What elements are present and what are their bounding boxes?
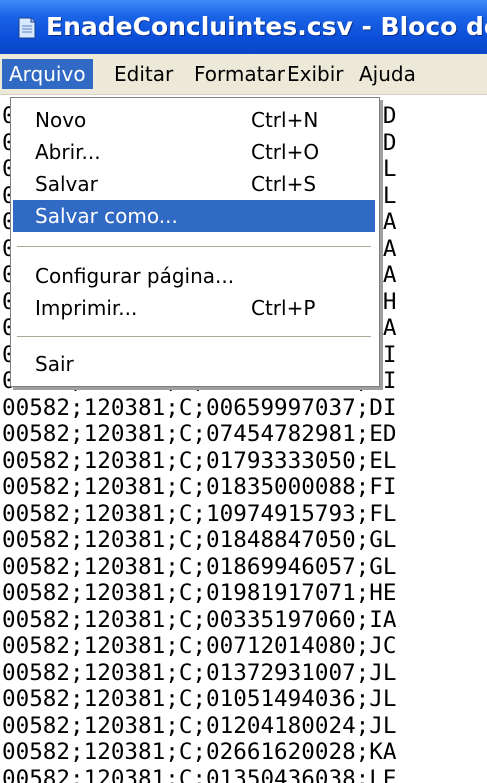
text-line: 00582;120381;C;10974915793;FL [2, 500, 397, 527]
menu-item-shortcut: Ctrl+O [251, 140, 320, 164]
menu-item-salvar-como[interactable]: Salvar como... [13, 200, 375, 232]
text-line: 00582;120381;C;02661620028;KA [2, 739, 397, 765]
menu-separator [17, 246, 371, 248]
menu-item-label: Sair [35, 352, 74, 376]
menu-bar: Arquivo Editar Formatar Exibir Ajuda [0, 54, 487, 95]
text-line: 00582;120381;C;01869946057;GL [2, 553, 397, 580]
text-line: 00582;120381;C;07454782981;ED [2, 421, 397, 447]
menu-item-salvar[interactable]: Salvar Ctrl+S [13, 168, 375, 200]
menu-separator [17, 336, 371, 338]
menu-item-label: Salvar como... [35, 204, 178, 228]
menu-arquivo[interactable]: Arquivo [2, 59, 93, 89]
menu-item-label: Novo [35, 108, 87, 132]
menu-item-configurar-pagina[interactable]: Configurar página... [13, 260, 375, 292]
text-line: 00582;120381;C;01051494036;JL [2, 686, 397, 712]
menu-item-imprimir[interactable]: Imprimir... Ctrl+P [13, 292, 375, 324]
text-line: 00582;120381;C;00659997037;DI [2, 394, 397, 421]
menu-ajuda[interactable]: Ajuda [352, 59, 423, 89]
text-line: 00582;120381;C;01372931007;JL [2, 659, 397, 686]
menu-item-shortcut: Ctrl+N [251, 108, 319, 132]
file-menu-dropdown: Novo Ctrl+N Abrir... Ctrl+O Salvar Ctrl+… [10, 97, 380, 387]
text-line: 00582;120381;C;01204180024;JL [2, 712, 397, 739]
text-line: 00582;120381;C;01350436038;LE [2, 765, 397, 783]
text-line: 00582;120381;C;01981917071;HE [2, 580, 397, 606]
menu-item-label: Salvar [35, 172, 98, 196]
notepad-icon [18, 17, 36, 39]
text-line: 00582;120381;C;01793333050;EL [2, 447, 397, 474]
window-title: EnadeConcluintes.csv - Bloco de n [46, 12, 487, 41]
title-bar: EnadeConcluintes.csv - Bloco de n [0, 0, 487, 54]
menu-item-abrir[interactable]: Abrir... Ctrl+O [13, 136, 375, 168]
menu-item-novo[interactable]: Novo Ctrl+N [13, 104, 375, 136]
text-line: 00582;120381;C;01848847050;GL [2, 527, 397, 553]
menu-item-label: Imprimir... [35, 296, 138, 320]
text-line: 00582;120381;C;01835000088;FI [2, 474, 397, 500]
menu-item-shortcut: Ctrl+P [251, 296, 316, 320]
menu-item-label: Abrir... [35, 140, 101, 164]
menu-item-shortcut: Ctrl+S [251, 172, 317, 196]
menu-formatar[interactable]: Formatar [187, 59, 292, 89]
text-line: 00582;120381;C;00712014080;JC [2, 633, 397, 659]
menu-item-label: Configurar página... [35, 264, 235, 288]
menu-item-sair[interactable]: Sair [13, 348, 375, 380]
menu-exibir[interactable]: Exibir [280, 59, 351, 89]
text-line: 00582;120381;C;00335197060;IA [2, 606, 397, 633]
menu-editar[interactable]: Editar [107, 59, 180, 89]
